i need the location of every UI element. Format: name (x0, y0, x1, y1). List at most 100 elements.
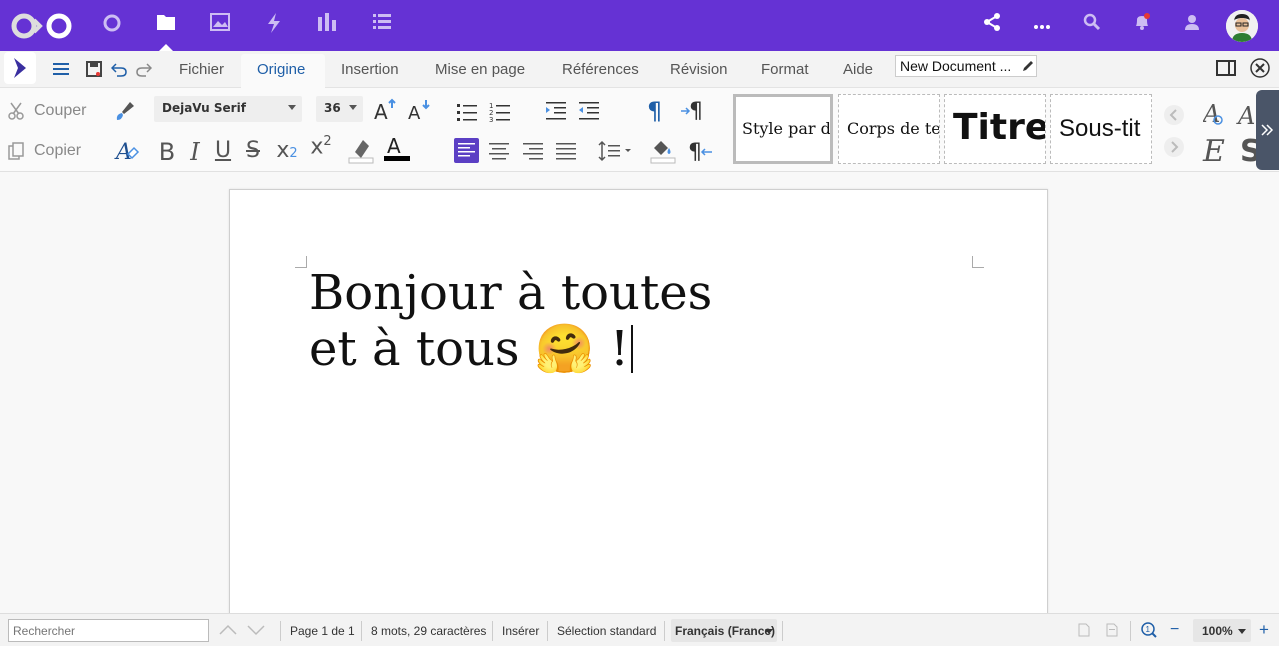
clear-formatting-icon[interactable]: A (114, 138, 140, 168)
separator (547, 621, 548, 641)
tab-references[interactable]: Références (562, 61, 639, 78)
undo-icon[interactable] (110, 61, 127, 81)
copy-label: Copier (34, 142, 82, 159)
search-prev-icon[interactable] (218, 623, 238, 640)
outdent-icon[interactable] (578, 100, 600, 126)
selection-mode[interactable]: Sélection standard (557, 624, 656, 638)
text-cursor (631, 325, 634, 373)
tab-mise-en-page[interactable]: Mise en page (435, 61, 525, 78)
redo-icon[interactable] (136, 61, 153, 81)
svg-text:3: 3 (489, 116, 493, 123)
contacts-icon[interactable] (1180, 13, 1204, 37)
bold-icon[interactable]: B (154, 138, 180, 166)
paragraph-rtl-icon[interactable]: ¶ (688, 138, 714, 168)
language-select[interactable]: Français (France) (671, 619, 777, 642)
zoom-out-icon[interactable]: − (1170, 622, 1179, 638)
underline-icon[interactable]: U (210, 138, 236, 163)
style-format-icon[interactable]: A (1201, 100, 1233, 134)
shrink-font-icon[interactable]: A (406, 98, 432, 127)
font-color-icon[interactable]: A (383, 134, 411, 166)
separator (361, 621, 362, 641)
doc-sign-icon[interactable] (1078, 623, 1090, 640)
sidebar-panel-icon[interactable] (1216, 60, 1236, 80)
hamburger-menu-icon[interactable] (53, 61, 69, 81)
photos-icon[interactable] (208, 13, 232, 37)
tab-origine[interactable]: Origine (257, 61, 305, 78)
more-icon[interactable] (1030, 13, 1054, 37)
document-line-2: et à tous 🤗 ! (309, 321, 712, 377)
insert-mode[interactable]: Insérer (502, 624, 539, 638)
zoom-arrow-icon (1238, 629, 1246, 634)
tab-aide[interactable]: Aide (843, 61, 873, 78)
italic-icon[interactable]: I (182, 138, 208, 166)
styles-prev-icon[interactable] (1163, 104, 1185, 130)
paragraph-ltr-icon[interactable]: ¶ (680, 97, 706, 127)
search-icon[interactable] (1080, 13, 1104, 37)
align-center-icon[interactable] (488, 140, 510, 166)
style-default[interactable]: Style par d (733, 94, 833, 164)
numbered-list-icon[interactable]: 123 (489, 101, 511, 127)
expand-sidebar-button[interactable] (1256, 90, 1279, 170)
document-name-field[interactable]: New Document ... (895, 55, 1037, 77)
justify-icon[interactable] (555, 140, 577, 166)
avatar[interactable] (1226, 10, 1258, 42)
style-new-icon[interactable]: E (1203, 134, 1225, 169)
separator (280, 621, 281, 641)
copy-button[interactable]: Copier (6, 140, 92, 162)
indent-icon[interactable] (545, 100, 567, 126)
paintbrush-icon[interactable] (114, 100, 136, 126)
tab-fichier[interactable]: Fichier (179, 61, 224, 78)
paragraph-background-icon[interactable] (649, 136, 677, 168)
save-icon[interactable] (86, 61, 102, 81)
tasks-icon[interactable] (370, 13, 394, 37)
style-body-text[interactable]: Corps de te (838, 94, 940, 164)
dashboard-icon[interactable] (315, 13, 339, 37)
tab-revision[interactable]: Révision (670, 61, 728, 78)
font-name-value: DejaVu Serif (162, 101, 246, 115)
superscript-icon[interactable]: x2 (308, 134, 334, 159)
app-logo[interactable] (10, 10, 74, 42)
font-size-select[interactable]: 36 (316, 96, 363, 122)
subscript-icon[interactable]: x2 (274, 138, 300, 163)
language-arrow-icon (765, 629, 773, 634)
formatting-marks-icon[interactable]: ¶ (647, 97, 662, 125)
align-left-icon[interactable] (454, 138, 479, 163)
svg-text:A: A (408, 103, 421, 122)
doc-modified-icon[interactable] (1106, 623, 1118, 640)
separator (782, 621, 783, 641)
style-subtitle[interactable]: Sous-tit (1050, 94, 1152, 164)
style-default-label: Style par d (742, 119, 831, 138)
close-icon[interactable] (1250, 58, 1270, 82)
tab-format[interactable]: Format (761, 61, 809, 78)
zoom-select[interactable]: 100% (1193, 619, 1251, 642)
cut-button[interactable]: Couper (6, 100, 92, 122)
search-input[interactable] (8, 619, 209, 642)
style-overflow-a-icon[interactable]: A (1238, 102, 1255, 130)
zoom-reset-icon[interactable]: 1 (1140, 621, 1158, 642)
style-title-label: Titre (953, 107, 1046, 148)
document-text[interactable]: Bonjour à toutes et à tous 🤗 ! (309, 265, 712, 377)
files-icon[interactable] (154, 13, 178, 37)
highlight-color-icon[interactable] (347, 136, 375, 168)
search-next-icon[interactable] (246, 623, 266, 640)
font-name-select[interactable]: DejaVu Serif (154, 96, 302, 122)
align-right-icon[interactable] (522, 140, 544, 166)
sidebar-toggle-icon[interactable] (4, 52, 36, 84)
document-page[interactable]: Bonjour à toutes et à tous 🤗 ! (229, 189, 1048, 619)
tab-insertion[interactable]: Insertion (341, 61, 399, 78)
strikethrough-icon[interactable]: S (240, 138, 266, 163)
separator (664, 621, 665, 641)
edit-name-icon[interactable] (1021, 58, 1035, 77)
svg-text:¶: ¶ (689, 99, 703, 123)
style-body-text-label: Corps de te (847, 119, 940, 138)
circle-icon[interactable] (100, 13, 124, 37)
notifications-icon[interactable] (1130, 13, 1154, 37)
line-spacing-icon[interactable] (598, 140, 634, 166)
share-icon[interactable] (980, 13, 1004, 37)
bullet-list-icon[interactable] (456, 101, 478, 127)
zoom-in-icon[interactable]: + (1259, 620, 1269, 640)
style-title[interactable]: Titre (944, 94, 1046, 164)
activity-icon[interactable] (262, 13, 286, 37)
styles-next-icon[interactable] (1163, 136, 1185, 162)
grow-font-icon[interactable]: A (372, 98, 398, 127)
